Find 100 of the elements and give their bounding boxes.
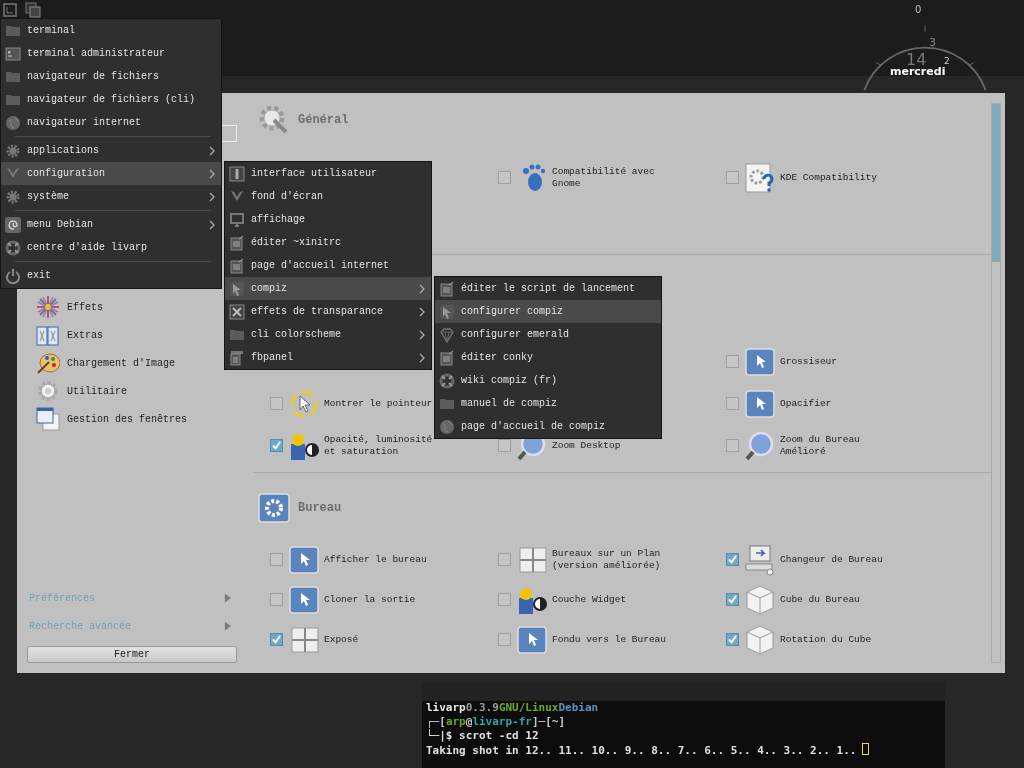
checkbox[interactable] bbox=[726, 355, 739, 368]
gear-icon bbox=[36, 379, 60, 403]
cube-icon bbox=[744, 623, 776, 656]
book-icon bbox=[229, 165, 245, 182]
checkbox[interactable] bbox=[270, 397, 283, 410]
plugin-label[interactable]: Exposé bbox=[324, 633, 359, 646]
note-icon bbox=[229, 257, 245, 274]
checkbox[interactable] bbox=[270, 553, 283, 566]
menu-item[interactable]: navigateur internet bbox=[1, 111, 221, 134]
checkbox[interactable] bbox=[498, 593, 511, 606]
menu-item[interactable]: applications bbox=[1, 139, 221, 162]
clock-mark: 3 bbox=[929, 37, 936, 48]
menu-item[interactable]: fond d'écran bbox=[225, 185, 431, 208]
plugin-label[interactable]: Zoom du Bureau Amélioré bbox=[780, 433, 904, 458]
cursor-icon bbox=[439, 303, 455, 320]
plugin-label[interactable]: Compatibilité avec Gnome bbox=[552, 165, 676, 190]
checkbox[interactable] bbox=[726, 439, 739, 452]
checkbox[interactable] bbox=[726, 553, 739, 566]
menu-item[interactable]: navigateur de fichiers (cli) bbox=[1, 88, 221, 111]
plugin-label[interactable]: Cloner la sortie bbox=[324, 593, 416, 606]
plugin-label[interactable]: Afficher le bureau bbox=[324, 553, 427, 566]
cursor-tile-icon bbox=[744, 387, 776, 420]
plugin-label[interactable]: Bureaux sur un Plan (version améliorée) bbox=[552, 547, 676, 572]
plugin-label[interactable]: Montrer le pointeur bbox=[324, 397, 433, 410]
cursor-icon bbox=[229, 280, 245, 297]
gear-icon bbox=[5, 188, 21, 205]
terminal-line: └─|$ scrot -cd 12 bbox=[426, 729, 540, 743]
cursor-tile-icon bbox=[516, 623, 548, 656]
plugin-label[interactable]: Grossiseur bbox=[780, 355, 837, 368]
checkbox[interactable] bbox=[270, 633, 283, 646]
note-icon bbox=[439, 280, 455, 297]
checkbox[interactable] bbox=[726, 633, 739, 646]
terminal-line: Taking shot in 12.. 11.. 10.. 9.. 8.. 7.. 6.. 5.. 4.. 3.. 2.. 1.. bbox=[426, 743, 941, 758]
menu-item[interactable]: configurer emerald bbox=[435, 323, 661, 346]
menu-item[interactable]: compiz bbox=[225, 277, 431, 300]
clock-date: 14 bbox=[906, 52, 927, 68]
menu-item[interactable]: exit bbox=[1, 264, 221, 287]
menu-item[interactable]: interface utilisateur bbox=[225, 162, 431, 185]
window-icon[interactable] bbox=[3, 3, 17, 17]
globe-icon bbox=[5, 114, 21, 131]
close-button[interactable]: Fermer bbox=[27, 646, 237, 663]
lifebuoy-icon bbox=[439, 372, 455, 389]
plugin-label[interactable]: Cube du Bureau bbox=[780, 593, 860, 606]
menu-item[interactable]: affichage bbox=[225, 208, 431, 231]
magnifier-icon bbox=[744, 429, 776, 462]
gear-icon bbox=[5, 142, 21, 159]
text-cursor bbox=[862, 743, 870, 755]
boxes-icon bbox=[36, 323, 60, 347]
category-item[interactable]: Gestion des fenêtres bbox=[27, 405, 237, 433]
scrollbar-thumb[interactable] bbox=[992, 104, 1000, 262]
menu-item[interactable]: configurer compiz bbox=[435, 300, 661, 323]
checkbox[interactable] bbox=[726, 593, 739, 606]
expand-arrow-icon[interactable] bbox=[224, 593, 231, 603]
monitor-icon bbox=[229, 211, 245, 228]
cursor-tile-icon bbox=[288, 583, 320, 616]
clock-exponent: 2 bbox=[944, 57, 950, 66]
expand-arrow-icon[interactable] bbox=[224, 621, 231, 631]
menu-item[interactable]: terminal bbox=[1, 19, 221, 42]
checkbox[interactable] bbox=[498, 553, 511, 566]
checkbox[interactable] bbox=[726, 171, 739, 184]
checkbox[interactable] bbox=[498, 171, 511, 184]
menu-item[interactable]: centre d'aide livarp bbox=[1, 236, 221, 259]
plugin-label[interactable]: Changeur de Bureau bbox=[780, 553, 883, 566]
power-icon bbox=[5, 267, 21, 284]
menu-item[interactable]: système bbox=[1, 185, 221, 208]
category-item[interactable]: Utilitaire bbox=[27, 377, 237, 405]
plugin-label[interactable]: Rotation du Cube bbox=[780, 633, 872, 646]
checkbox[interactable] bbox=[498, 439, 511, 452]
note-icon bbox=[229, 234, 245, 251]
menu-item[interactable]: manuel de compiz bbox=[435, 392, 661, 415]
scrollbar[interactable] bbox=[991, 103, 1001, 663]
menu-item[interactable]: wiki compiz (fr) bbox=[435, 369, 661, 392]
starburst-icon bbox=[36, 295, 60, 319]
clock-mark: 0 bbox=[915, 5, 922, 15]
terminal-line: ┌─[arp@livarp-fr]─[~] bbox=[426, 715, 567, 728]
plugin-label[interactable]: Opacifier bbox=[780, 397, 832, 410]
menu-item[interactable]: éditer le script de lancement bbox=[435, 277, 661, 300]
checkbox[interactable] bbox=[270, 593, 283, 606]
section-title: Bureau bbox=[298, 501, 342, 515]
menu-item[interactable]: configuration bbox=[1, 162, 221, 185]
plugin-label[interactable]: KDE Compatibility bbox=[780, 171, 877, 184]
gear-tile-icon bbox=[258, 492, 290, 524]
menu-item[interactable]: éditer ~xinitrc bbox=[225, 231, 431, 254]
menu-item[interactable]: éditer conky bbox=[435, 346, 661, 369]
tools-icon bbox=[229, 303, 245, 320]
gem-icon bbox=[439, 326, 455, 343]
checkbox[interactable] bbox=[270, 439, 283, 452]
panel-icon bbox=[229, 349, 245, 366]
menu-item[interactable]: menu Debian bbox=[1, 213, 221, 236]
plugin-label[interactable]: Fondu vers le Bureau bbox=[552, 633, 667, 646]
menu-item[interactable]: navigateur de fichiers bbox=[1, 65, 221, 88]
plugin-label[interactable]: Zoom Desktop bbox=[552, 439, 621, 452]
checkbox[interactable] bbox=[498, 633, 511, 646]
menu-item[interactable]: terminal administrateur bbox=[1, 42, 221, 65]
menu-item[interactable]: page d'accueil internet bbox=[225, 254, 431, 277]
palette-icon bbox=[36, 351, 60, 375]
stacked-windows-icon[interactable] bbox=[25, 2, 41, 18]
plugin-label[interactable]: Couche Widget bbox=[552, 593, 627, 606]
gear-wrench-icon bbox=[258, 104, 290, 136]
checkbox[interactable] bbox=[726, 397, 739, 410]
